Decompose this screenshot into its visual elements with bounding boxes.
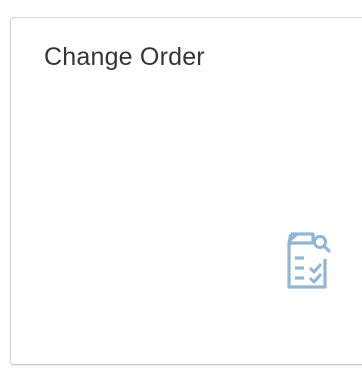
tile-title: Change Order bbox=[44, 43, 205, 71]
change-order-tile[interactable]: Change Order bbox=[10, 17, 362, 365]
order-document-search-icon bbox=[279, 231, 335, 291]
